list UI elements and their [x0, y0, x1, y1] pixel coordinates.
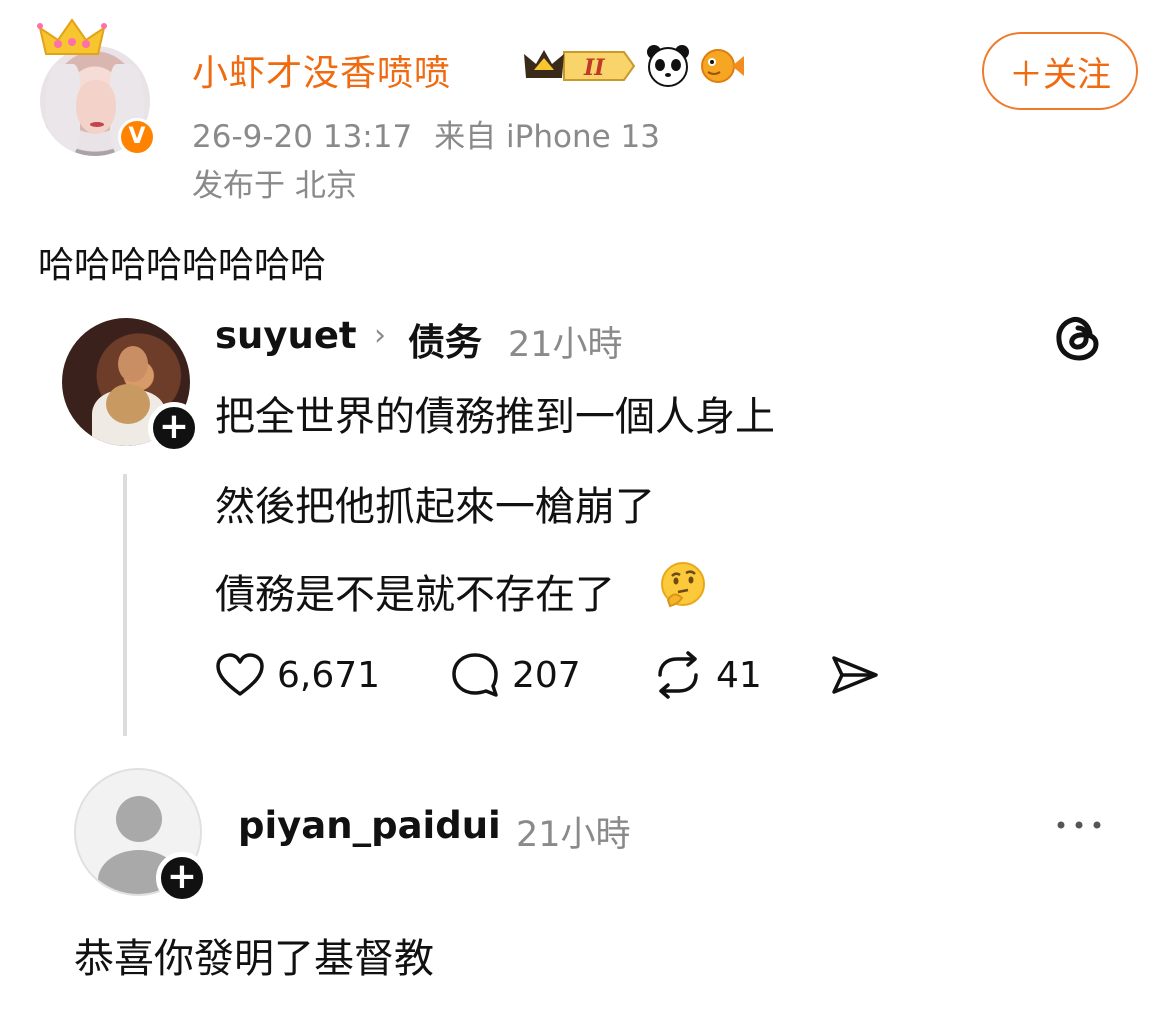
post-meta: 26-9-20 13:17 来自 iPhone 13 [192, 111, 660, 156]
pufferfish-icon [701, 49, 744, 83]
comment-count: 207 [512, 654, 581, 696]
threads-topic-tag[interactable]: 债务 [408, 312, 482, 366]
post-text: 哈哈哈哈哈哈哈哈 [38, 245, 327, 286]
heart-icon [216, 653, 264, 696]
repost-action[interactable]: 41 [652, 650, 762, 700]
comment-action[interactable]: 207 [450, 650, 581, 700]
like-count: 6,671 [277, 654, 381, 696]
vip-crown-badge-icon: II [524, 50, 636, 81]
follow-button[interactable]: ＋关注 [982, 32, 1138, 110]
threads-text-line-2: 然後把他抓起來一槍崩了 [215, 484, 655, 530]
comment-bubble-icon [452, 653, 498, 697]
svg-text:II: II [583, 55, 605, 81]
crown-icon [37, 18, 107, 55]
threads-text-line-1: 把全世界的債務推到一個人身上 [215, 394, 775, 440]
panda-icon [647, 45, 689, 87]
reply-username[interactable]: piyan_paidui [238, 804, 501, 847]
like-action[interactable]: 6,671 [215, 650, 380, 700]
verified-badge: V [118, 118, 156, 156]
repost-icon [658, 651, 698, 699]
post-source: 来自 iPhone 13 [434, 119, 660, 155]
threads-logo-icon [1056, 317, 1099, 361]
follow-plus-badge[interactable]: + [156, 852, 208, 904]
reply-text: 恭喜你發明了基督教 [74, 936, 434, 982]
post-date: 26-9-20 13:17 [192, 119, 413, 155]
follow-plus-badge[interactable]: + [148, 402, 200, 454]
threads-text-line-3: 債務是不是就不存在了 [215, 572, 615, 618]
reply-time: 21小時 [516, 815, 631, 855]
repost-count: 41 [716, 654, 762, 696]
send-icon [832, 656, 878, 694]
threads-post-time: 21小時 [508, 325, 623, 365]
chevron-right-icon: › [374, 318, 386, 353]
author-name[interactable]: 小虾才没香喷喷 [192, 44, 451, 96]
post-location: 发布于 北京 [192, 168, 357, 204]
more-options-icon[interactable] [1054, 818, 1104, 832]
share-action[interactable] [830, 650, 880, 700]
threads-username[interactable]: suyuet [215, 314, 357, 357]
thinking-face-icon [661, 562, 705, 608]
thread-connector-line [123, 474, 127, 736]
